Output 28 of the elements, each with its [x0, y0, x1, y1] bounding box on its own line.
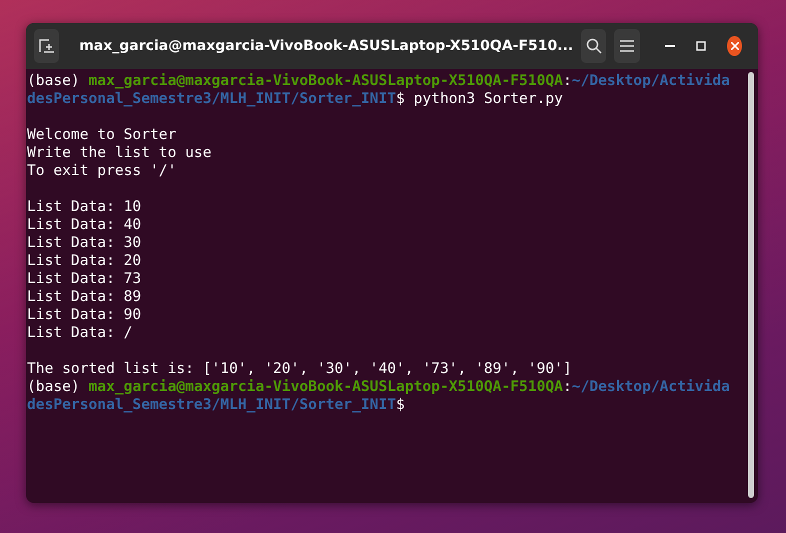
new-tab-button[interactable] — [34, 29, 60, 63]
terminal-line: desPersonal_Semestre3/MLH_INIT/Sorter_INIT$ python3 Sorter.py — [27, 90, 564, 108]
terminal-line: List Data: 30 — [27, 234, 142, 252]
terminal-line: List Data: 20 — [27, 252, 142, 270]
terminal-line: (base) max_garcia@maxgarcia-VivoBook-ASUSLaptop-X510QA-F510QA:~/Desktop/Activida — [27, 378, 731, 396]
new-tab-icon — [38, 39, 55, 53]
close-button[interactable] — [727, 36, 742, 56]
terminal-line: Write the list to use — [27, 144, 213, 162]
terminal-line: List Data: 89 — [27, 288, 142, 306]
scrollbar[interactable] — [748, 72, 754, 498]
window-title: max_garcia@maxgarcia-VivoBook-ASUSLaptop-X510QA-F510... — [78, 38, 574, 54]
menu-button[interactable] — [614, 29, 640, 63]
terminal-line: List Data: 73 — [27, 270, 142, 288]
search-button[interactable] — [581, 29, 606, 63]
terminal-line: Welcome to Sorter — [27, 126, 178, 144]
close-icon — [730, 42, 739, 50]
terminal-line: List Data: 90 — [27, 306, 142, 324]
terminal-line: List Data: 40 — [27, 216, 142, 234]
minimize-icon — [664, 45, 675, 47]
terminal-line: (base) max_garcia@maxgarcia-VivoBook-ASUSLaptop-X510QA-F510QA:~/Desktop/Activida — [27, 72, 731, 90]
terminal-line: List Data: / — [27, 324, 134, 342]
terminal-line: List Data: 10 — [27, 198, 142, 216]
maximize-icon — [696, 41, 706, 51]
terminal-line: desPersonal_Semestre3/MLH_INIT/Sorter_INIT$ — [27, 396, 406, 414]
terminal-line: The sorted list is: ['10', '20', '30', '40', '73', '89', '90'] — [27, 360, 573, 378]
menu-icon — [620, 40, 634, 52]
terminal-line: To exit press '/' — [27, 162, 178, 180]
search-icon — [586, 38, 602, 54]
